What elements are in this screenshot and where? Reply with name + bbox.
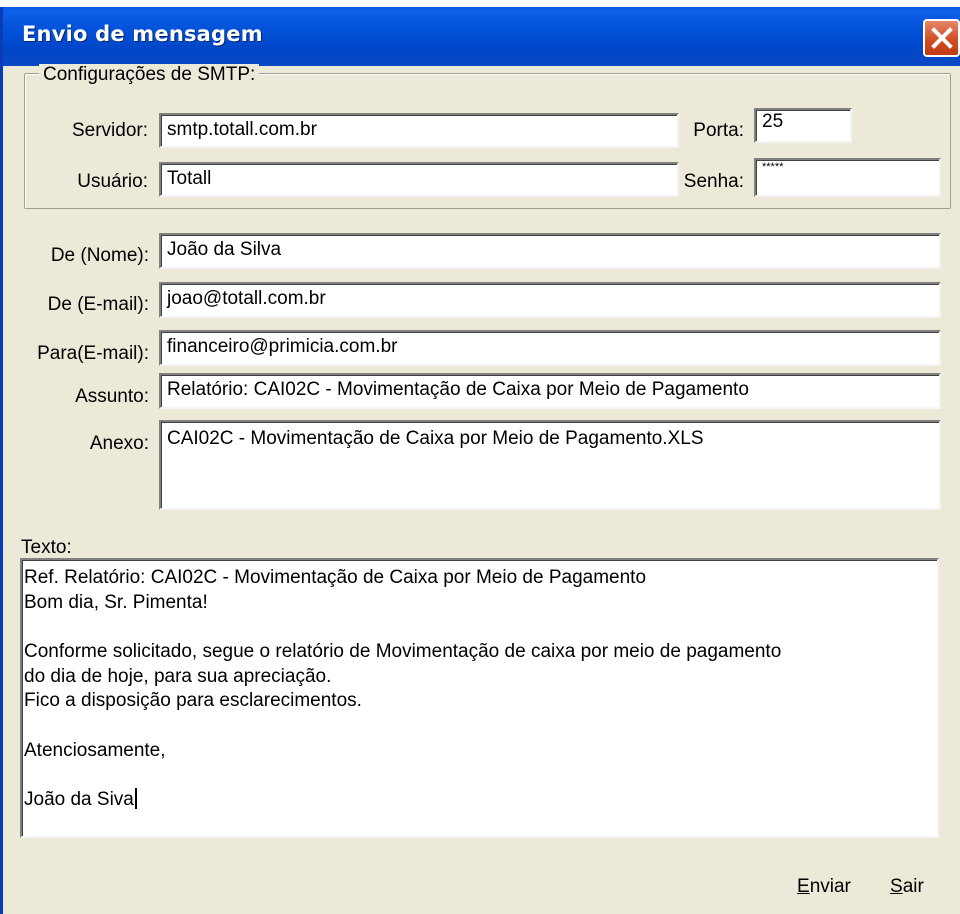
message-body-line	[24, 714, 937, 739]
attachment-field[interactable]: CAI02C - Movimentação de Caixa por Meio …	[159, 420, 941, 510]
port-field[interactable]: 25	[754, 108, 852, 143]
send-label-rest: nviar	[809, 876, 851, 897]
smtp-group-title: Configurações de SMTP:	[39, 64, 260, 86]
subject-field[interactable]: Relatório: CAI02C - Movimentação de Caix…	[159, 373, 941, 409]
title-bar[interactable]: Envio de mensagem	[3, 7, 960, 66]
password-label: Senha:	[683, 171, 744, 192]
close-button[interactable]	[923, 19, 960, 57]
from-email-label: De (E-mail):	[47, 294, 149, 315]
exit-label-rest: air	[902, 876, 924, 897]
send-accel: E	[797, 876, 810, 897]
message-body-line: João da Siva	[24, 788, 937, 813]
window-title: Envio de mensagem	[22, 22, 263, 46]
exit-accel: S	[890, 876, 903, 897]
port-label: Porta:	[693, 120, 744, 141]
message-body-line: Fico a disposição para esclarecimentos.	[24, 690, 362, 712]
message-body-line	[24, 764, 937, 789]
subject-label: Assunto:	[75, 386, 149, 407]
message-body-line: Atenciosamente,	[24, 739, 166, 761]
close-icon	[931, 27, 953, 49]
message-body-line: Ref. Relatório: CAI02C - Movimentação de…	[24, 567, 647, 588]
text-label: Texto:	[21, 537, 72, 558]
message-body-line	[24, 615, 937, 640]
text-caret	[134, 788, 137, 810]
message-body-line: do dia de hoje, para sua apreciação.	[24, 665, 332, 687]
to-email-field[interactable]: financeiro@primicia.com.br	[159, 330, 941, 366]
exit-button[interactable]: Sair	[890, 876, 924, 898]
message-body-textarea[interactable]: Ref. Relatório: CAI02C - Movimentação de…	[20, 558, 939, 838]
message-body-line: Bom dia, Sr. Pimenta!	[24, 591, 208, 613]
to-email-label: Para(E-mail):	[37, 343, 149, 364]
from-email-field[interactable]: joao@totall.com.br	[159, 282, 941, 318]
document-caption-strip	[0, 0, 960, 7]
server-label: Servidor:	[71, 120, 148, 141]
server-field[interactable]: smtp.totall.com.br	[159, 113, 679, 148]
from-name-label: De (Nome):	[50, 245, 149, 266]
attachment-label: Anexo:	[89, 433, 149, 454]
from-name-field[interactable]: João da Silva	[159, 233, 941, 269]
user-field[interactable]: Totall	[159, 162, 679, 197]
user-label: Usuário:	[77, 171, 148, 192]
send-button[interactable]: Enviar	[797, 876, 851, 898]
password-field[interactable]: *****	[754, 158, 941, 197]
message-body-line: Conforme solicitado, segue o relatório d…	[24, 641, 782, 663]
